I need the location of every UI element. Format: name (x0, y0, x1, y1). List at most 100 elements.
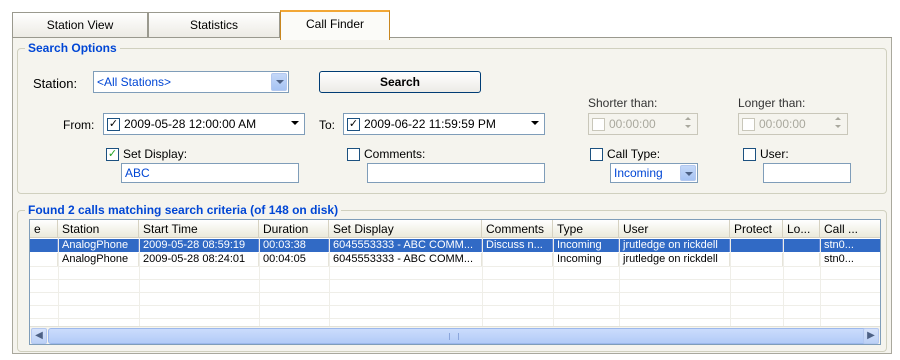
longer-than-value: 00:00:00 (759, 117, 806, 131)
tab-statistics[interactable]: Statistics (148, 12, 280, 38)
tab-call-finder[interactable]: Call Finder (280, 10, 390, 40)
column-header[interactable]: Protect (730, 220, 783, 238)
column-header[interactable]: Station (58, 220, 139, 238)
station-combo[interactable]: <All Stations> (93, 71, 289, 93)
grid-line (30, 292, 880, 293)
table-cell: AnalogPhone (58, 239, 139, 252)
table-cell: Discuss n... (482, 239, 553, 252)
calls-table[interactable]: e Station Start Time Duration Set Displa… (29, 219, 881, 345)
table-cell: 00:03:38 (259, 239, 329, 252)
chevron-down-icon[interactable] (271, 73, 287, 91)
table-cell: 6045553333 - ABC COMM... (329, 239, 482, 252)
column-header[interactable]: Lo... (783, 220, 820, 238)
grid-line (58, 238, 59, 326)
column-header[interactable]: Start Time (139, 220, 259, 238)
grid-line (30, 266, 880, 267)
grid-line (139, 238, 140, 326)
grid-line (553, 238, 554, 326)
table-cell (783, 253, 820, 266)
longer-than-field[interactable]: 00:00:00 (738, 113, 848, 135)
comments-input[interactable] (367, 163, 545, 183)
table-cell: stn0... (820, 239, 880, 252)
shorter-than-label: Shorter than: (588, 96, 658, 110)
arrow-left-icon[interactable]: ◀ (31, 328, 47, 344)
shorter-than-value: 00:00:00 (609, 117, 656, 131)
grid-line (820, 238, 821, 326)
table-cell (730, 239, 783, 252)
shorter-than-field[interactable]: 00:00:00 (588, 113, 698, 135)
grid-line (30, 279, 880, 280)
set-display-input[interactable]: ABC (121, 163, 299, 183)
chevron-down-icon[interactable] (287, 115, 303, 131)
results-title: Found 2 calls matching search criteria (… (25, 203, 342, 217)
call-type-label: Call Type: (607, 147, 661, 161)
to-label: To: (319, 118, 336, 132)
table-cell (730, 253, 783, 266)
tab-station-view[interactable]: Station View (12, 12, 148, 38)
grid-line (619, 238, 620, 326)
user-checkbox[interactable] (743, 148, 756, 161)
grid-line (30, 305, 880, 306)
table-cell: jrutledge on rickdell (619, 253, 730, 266)
grid-line (30, 318, 880, 319)
grid-line (482, 238, 483, 326)
table-cell: 00:04:05 (259, 253, 329, 266)
user-label: User: (760, 147, 789, 161)
set-display-label: Set Display: (123, 147, 188, 161)
to-datetime-value: 2009-06-22 11:59:59 PM (364, 117, 496, 131)
longer-than-label: Longer than: (738, 96, 806, 110)
arrow-right-icon[interactable]: ▶ (863, 328, 879, 344)
call-finder-panel: Search Options Station: <All Stations> S… (12, 38, 892, 354)
set-display-checkbox[interactable]: ✓ (106, 148, 119, 161)
table-cell: Incoming (553, 253, 619, 266)
from-datetime-value: 2009-05-28 12:00:00 AM (124, 117, 257, 131)
table-row[interactable]: AnalogPhone 2009-05-28 08:24:01 00:04:05… (30, 253, 880, 266)
search-button[interactable]: Search (319, 71, 481, 93)
call-type-value: Incoming (614, 166, 663, 180)
table-cell: stn0... (820, 253, 880, 266)
to-enabled-checkbox[interactable]: ✓ (347, 118, 360, 132)
from-enabled-checkbox[interactable]: ✓ (107, 118, 120, 132)
from-datetime-picker[interactable]: ✓ 2009-05-28 12:00:00 AM (103, 113, 305, 135)
grid-line (783, 238, 784, 326)
table-cell: 6045553333 - ABC COMM... (329, 253, 482, 266)
call-type-checkbox[interactable] (590, 148, 603, 161)
table-header: e Station Start Time Duration Set Displa… (30, 220, 880, 238)
from-label: From: (63, 118, 95, 132)
column-header[interactable]: Call ... (820, 220, 880, 238)
tab-strip: Station View Statistics Call Finder (12, 10, 892, 40)
table-cell (482, 253, 553, 266)
column-header[interactable]: User (619, 220, 730, 238)
table-cell (30, 253, 58, 266)
call-type-combo[interactable]: Incoming (610, 163, 698, 183)
search-options-title: Search Options (25, 41, 120, 55)
tab-divider (12, 37, 892, 38)
table-cell (30, 239, 58, 252)
table-cell: 2009-05-28 08:59:19 (139, 239, 259, 252)
comments-label: Comments: (364, 147, 426, 161)
longer-than-spinner[interactable] (832, 115, 846, 131)
column-header[interactable]: Type (553, 220, 619, 238)
scrollbar-thumb[interactable] (48, 328, 868, 344)
column-header[interactable]: Duration (259, 220, 329, 238)
station-label: Station: (33, 76, 78, 91)
shorter-than-checkbox[interactable] (592, 118, 605, 132)
grid-line (329, 238, 330, 326)
chevron-down-icon[interactable] (680, 165, 696, 181)
grid-line (259, 238, 260, 326)
horizontal-scrollbar[interactable]: ◀ ▶ (30, 326, 880, 344)
station-combo-value: <All Stations> (97, 75, 172, 89)
comments-checkbox[interactable] (347, 148, 360, 161)
column-header[interactable]: Set Display (329, 220, 482, 238)
table-row[interactable]: AnalogPhone 2009-05-28 08:59:19 00:03:38… (30, 239, 880, 252)
to-datetime-picker[interactable]: ✓ 2009-06-22 11:59:59 PM (343, 113, 545, 135)
column-header[interactable]: e (30, 220, 58, 238)
longer-than-checkbox[interactable] (742, 118, 755, 132)
table-cell (783, 239, 820, 252)
table-cell: AnalogPhone (58, 253, 139, 266)
user-input[interactable] (763, 163, 851, 183)
table-cell: 2009-05-28 08:24:01 (139, 253, 259, 266)
shorter-than-spinner[interactable] (682, 115, 696, 131)
column-header[interactable]: Comments (482, 220, 553, 238)
chevron-down-icon[interactable] (527, 115, 543, 131)
